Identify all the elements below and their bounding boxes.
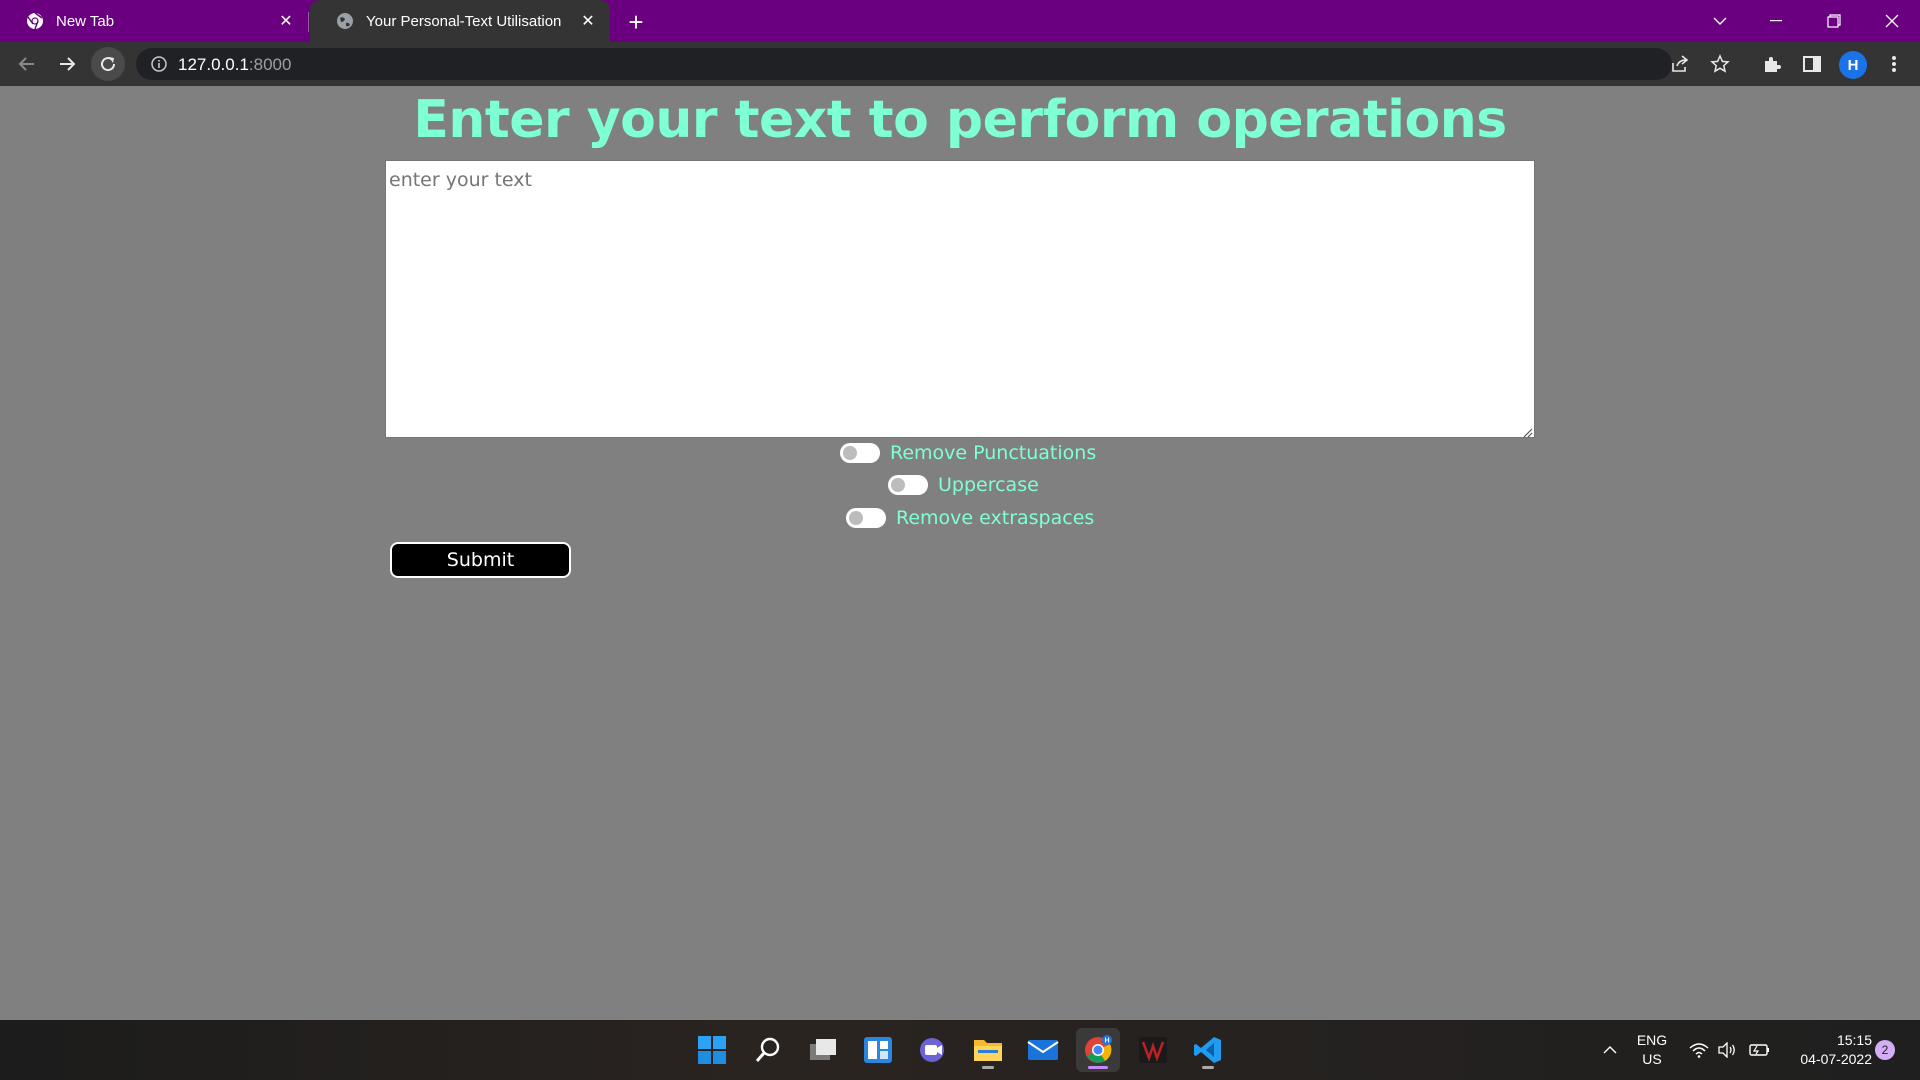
globe-icon	[336, 12, 354, 30]
page-content: Enter your text to perform operations Re…	[0, 86, 1920, 1020]
close-window-icon[interactable]	[1864, 0, 1920, 42]
reload-icon[interactable]	[91, 47, 125, 81]
vscode-icon[interactable]	[1186, 1028, 1230, 1072]
battery-icon[interactable]	[1746, 1020, 1772, 1080]
clock-date: 04-07-2022	[1800, 1051, 1872, 1067]
language-code: ENG	[1636, 1032, 1668, 1048]
taskbar: H ENG US 15:15 04-07-2022	[0, 1020, 1920, 1080]
task-view-icon[interactable]	[801, 1028, 845, 1072]
chat-icon[interactable]	[911, 1028, 955, 1072]
chrome-icon	[26, 12, 44, 30]
clock-time: 15:15	[1836, 1032, 1872, 1048]
option-label: Remove extraspaces	[896, 507, 1095, 529]
toggle-knob	[891, 478, 905, 492]
toggle-switch[interactable]	[846, 508, 886, 528]
notification-badge[interactable]: 2	[1875, 1040, 1895, 1060]
option-remove-extraspaces[interactable]: Remove extraspaces	[846, 504, 1094, 532]
url-port: :8000	[248, 55, 292, 74]
tab-search-chevron-icon[interactable]	[1692, 0, 1748, 42]
toggle-knob	[849, 511, 863, 525]
chrome-menu-icon[interactable]	[1880, 50, 1908, 78]
wifi-icon[interactable]	[1686, 1020, 1712, 1080]
bookmark-star-icon[interactable]	[1706, 50, 1734, 78]
close-icon[interactable]: ✕	[276, 11, 296, 31]
tab-title: Your Personal-Text Utilisation	[366, 12, 562, 30]
search-icon[interactable]	[746, 1028, 790, 1072]
url-host: 127.0.0.1	[178, 55, 249, 74]
language-indicator[interactable]: ENG US	[1628, 1020, 1676, 1080]
tab-title: New Tab	[56, 12, 115, 30]
widgets-icon[interactable]	[856, 1028, 900, 1072]
tab-new-tab[interactable]: New Tab ✕	[0, 0, 308, 42]
browser-toolbar: 127.0.0.1:8000	[0, 42, 1920, 86]
option-label: Remove Punctuations	[890, 442, 1097, 464]
restore-icon[interactable]	[1806, 0, 1862, 42]
start-icon[interactable]	[690, 1028, 734, 1072]
toggle-switch[interactable]	[888, 475, 928, 495]
option-uppercase[interactable]: Uppercase	[888, 471, 1039, 499]
minimize-icon[interactable]	[1748, 0, 1804, 42]
submit-button[interactable]: Submit	[390, 542, 571, 578]
mail-icon[interactable]	[1021, 1028, 1065, 1072]
tab-divider	[308, 12, 309, 32]
running-indicator	[982, 1066, 994, 1069]
address-bar[interactable]: 127.0.0.1:8000	[136, 48, 1730, 80]
share-icon[interactable]	[1666, 50, 1694, 78]
option-remove-punctuations[interactable]: Remove Punctuations	[840, 439, 1096, 467]
svg-text:H: H	[1104, 1038, 1109, 1045]
toggle-knob	[843, 446, 857, 460]
resize-grip-icon[interactable]	[1521, 425, 1533, 438]
hidden-icons-chevron-icon[interactable]	[1598, 1020, 1622, 1080]
game-app-icon[interactable]	[1131, 1028, 1175, 1072]
active-indicator	[1088, 1066, 1108, 1069]
text-input[interactable]	[385, 160, 1535, 438]
option-label: Uppercase	[938, 474, 1039, 496]
extensions-puzzle-icon[interactable]	[1758, 50, 1786, 78]
close-icon[interactable]: ✕	[578, 11, 598, 31]
language-region: US	[1642, 1051, 1662, 1067]
site-info-icon[interactable]	[150, 55, 168, 73]
forward-arrow-icon[interactable]	[50, 47, 84, 81]
tab-strip: New Tab ✕ Your Personal-Text Utilisation…	[0, 0, 1920, 42]
profile-avatar[interactable]: H	[1839, 51, 1867, 79]
file-explorer-icon[interactable]	[966, 1028, 1010, 1072]
clock[interactable]: 15:15 04-07-2022	[1782, 1020, 1872, 1080]
toggle-switch[interactable]	[840, 443, 880, 463]
back-arrow-icon[interactable]	[10, 47, 44, 81]
volume-icon[interactable]	[1714, 1020, 1740, 1080]
page-title: Enter your text to perform operations	[413, 90, 1507, 150]
running-indicator	[1202, 1066, 1214, 1069]
tab-text-utilisation[interactable]: Your Personal-Text Utilisation ✕	[310, 0, 610, 42]
chrome-icon[interactable]: H	[1076, 1028, 1120, 1072]
url-text: 127.0.0.1:8000	[178, 55, 291, 75]
side-panel-icon[interactable]	[1798, 50, 1826, 78]
new-tab-button[interactable]: +	[622, 7, 650, 37]
